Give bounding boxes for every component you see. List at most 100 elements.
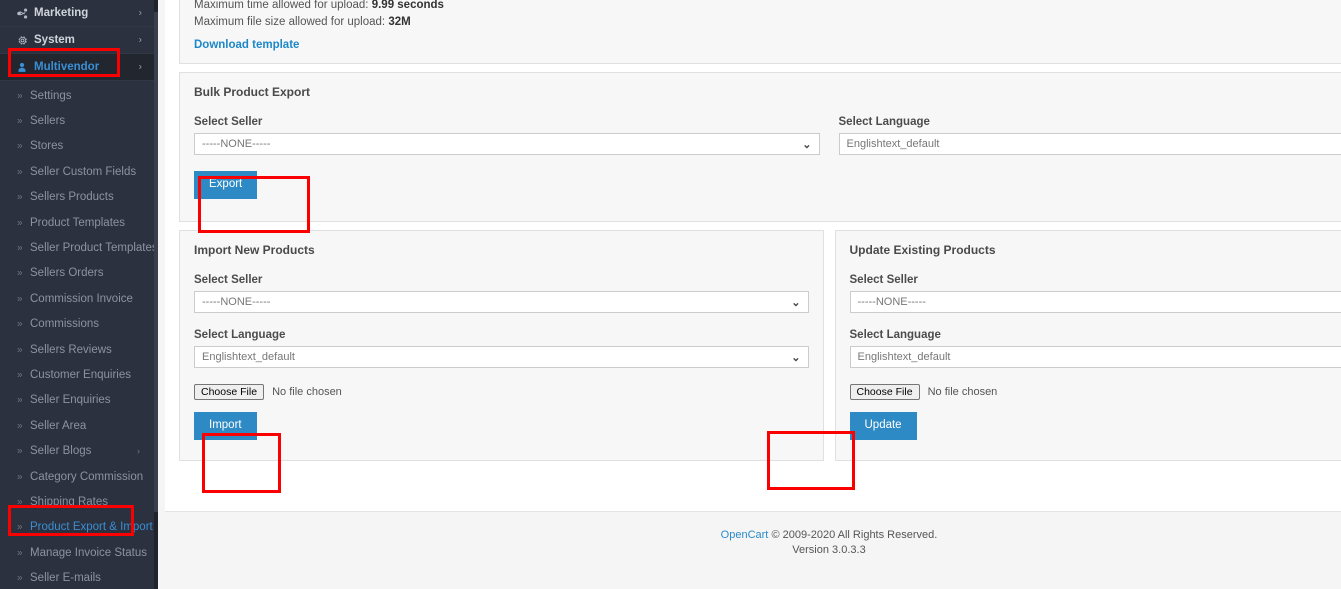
sidebar-subitem-label: Seller Enquiries [30,394,111,407]
update-language-select[interactable]: Englishtext_default [849,346,1341,368]
sidebar-item-system[interactable]: System › [0,27,158,54]
download-template-link[interactable]: Download template [194,39,299,51]
sidebar-subitem-category-commission[interactable]: » Category Commission [0,464,158,489]
sidebar-subitem-commissions[interactable]: » Commissions [0,312,158,337]
chevron-right-icon: › [138,61,142,73]
max-upload-time-line: Maximum time allowed for upload: 9.99 se… [194,0,1341,14]
sidebar-subitem-label: Sellers Reviews [30,343,112,356]
sidebar-subitem-product-templates[interactable]: » Product Templates [0,210,158,235]
sidebar-subitem-label: Category Commission [30,470,144,483]
bullet-icon: » [17,140,23,152]
max-file-size-label: Maximum file size allowed for upload: [194,16,386,28]
sidebar-item-multivendor[interactable]: Multivendor › [0,54,158,81]
sidebar-subitem-seller-blogs[interactable]: » Seller Blogs › [0,438,158,463]
bullet-icon: » [17,217,23,229]
import-update-row: Import New Products Select Seller -----N… [179,230,1341,461]
import-button[interactable]: Import [194,412,257,440]
bullet-icon: » [17,369,23,381]
sidebar-subitem-sellers-orders[interactable]: » Sellers Orders [0,261,158,286]
sidebar-subitem-label: Seller Product Templates [30,242,158,255]
gear-icon [17,35,34,46]
page-footer: OpenCart © 2009-2020 All Rights Reserved… [165,518,1341,558]
opencart-link[interactable]: OpenCart [721,529,769,541]
bullet-icon: » [17,166,23,178]
sidebar-subitem-label: Settings [30,89,72,102]
sidebar-subitem-seller-e-mails[interactable]: » Seller E-mails [0,565,158,589]
import-file-row: Choose File No file chosen [194,384,809,400]
chevron-right-icon: › [138,34,142,46]
sidebar-subitem-product-export-import[interactable]: » Product Export & Import [0,515,158,540]
sidebar-subitem-label: Seller Area [30,419,87,432]
sidebar: Marketing › System › Multivendor › » Set… [0,0,158,589]
update-button[interactable]: Update [849,412,917,440]
bulk-export-language-select[interactable]: Englishtext_default [838,133,1341,155]
sidebar-subitem-label: Product Export & Import [30,521,153,534]
main-content: Maximum time allowed for upload: 9.99 se… [158,0,1341,589]
import-file-status: No file chosen [272,386,342,398]
update-language-label: Select Language [849,329,941,341]
max-file-size-value: 32M [388,16,411,28]
sidebar-item-marketing[interactable]: Marketing › [0,0,158,27]
bulk-export-title: Bulk Product Export [194,85,311,99]
bullet-icon: » [17,445,23,457]
content-card: Maximum time allowed for upload: 9.99 se… [165,0,1341,512]
bullet-icon: » [17,572,23,584]
update-seller-select[interactable]: -----NONE----- [849,291,1341,313]
export-button[interactable]: Export [194,171,258,199]
max-file-size-line: Maximum file size allowed for upload: 32… [194,14,1341,31]
chevron-right-icon: › [138,7,142,19]
bulk-export-seller-group: Select Seller -----NONE----- ⌄ [194,116,820,155]
sidebar-subitem-sellers[interactable]: » Sellers [0,108,158,133]
sidebar-subitem-shipping-rates[interactable]: » Shipping Rates [0,489,158,514]
chevron-right-icon: › [137,446,140,457]
import-seller-label: Select Seller [194,274,263,286]
footer-version: Version 3.0.3.3 [792,544,866,556]
bulk-export-language-label: Select Language [838,116,930,128]
sidebar-item-label: Marketing [34,7,89,19]
sidebar-subitem-label: Stores [30,140,64,153]
sidebar-subitem-label: Sellers Products [30,191,114,204]
bullet-icon: » [17,191,23,203]
sidebar-subitem-seller-product-templates[interactable]: » Seller Product Templates [0,235,158,260]
sidebar-subitem-label: Sellers Orders [30,267,104,280]
sidebar-subitem-seller-custom-fields[interactable]: » Seller Custom Fields [0,159,158,184]
update-choose-file-button[interactable]: Choose File [849,384,920,400]
sidebar-subitem-label: Manage Invoice Status [30,546,147,559]
bullet-icon: » [17,471,23,483]
bulk-export-seller-select[interactable]: -----NONE----- [194,133,820,155]
sidebar-subitem-label: Seller E-mails [30,572,101,585]
sidebar-top-nav: Marketing › System › Multivendor › [0,0,158,81]
update-seller-label: Select Seller [849,274,918,286]
bullet-icon: » [17,521,23,533]
footer-copyright: © 2009-2020 All Rights Reserved. [771,529,938,541]
max-upload-time-value: 9.99 seconds [371,0,444,11]
sidebar-subitem-commission-invoice[interactable]: » Commission Invoice [0,286,158,311]
bullet-icon: » [17,344,23,356]
import-choose-file-button[interactable]: Choose File [194,384,265,400]
upload-info-panel: Maximum time allowed for upload: 9.99 se… [179,0,1341,64]
footer-copyright-line: OpenCart © 2009-2020 All Rights Reserved… [165,528,1341,543]
import-seller-select[interactable]: -----NONE----- [194,291,809,313]
bullet-icon: » [17,90,23,102]
sidebar-subitem-stores[interactable]: » Stores [0,134,158,159]
sidebar-subitem-sellers-products[interactable]: » Sellers Products [0,185,158,210]
share-icon [17,7,34,19]
update-existing-title: Update Existing Products [849,243,996,257]
bulk-product-export-panel: Bulk Product Export Select Seller -----N… [179,72,1341,222]
sidebar-subitem-seller-enquiries[interactable]: » Seller Enquiries [0,388,158,413]
bullet-icon: » [17,242,23,254]
sidebar-subitem-seller-area[interactable]: » Seller Area [0,413,158,438]
import-language-select[interactable]: Englishtext_default [194,346,809,368]
sidebar-subitem-label: Commission Invoice [30,292,133,305]
sidebar-subitem-manage-invoice-status[interactable]: » Manage Invoice Status [0,540,158,565]
sidebar-subitem-label: Commissions [30,318,100,331]
update-file-row: Choose File No file chosen [849,384,1341,400]
sidebar-subitem-customer-enquiries[interactable]: » Customer Enquiries [0,362,158,387]
update-existing-products-panel: Update Existing Products Select Seller -… [834,230,1341,461]
bullet-icon: » [17,115,23,127]
sidebar-subitem-sellers-reviews[interactable]: » Sellers Reviews [0,337,158,362]
max-upload-time-label: Maximum time allowed for upload: [194,0,369,11]
bullet-icon: » [17,293,23,305]
sidebar-subitem-settings[interactable]: » Settings [0,83,158,108]
bullet-icon: » [17,496,23,508]
